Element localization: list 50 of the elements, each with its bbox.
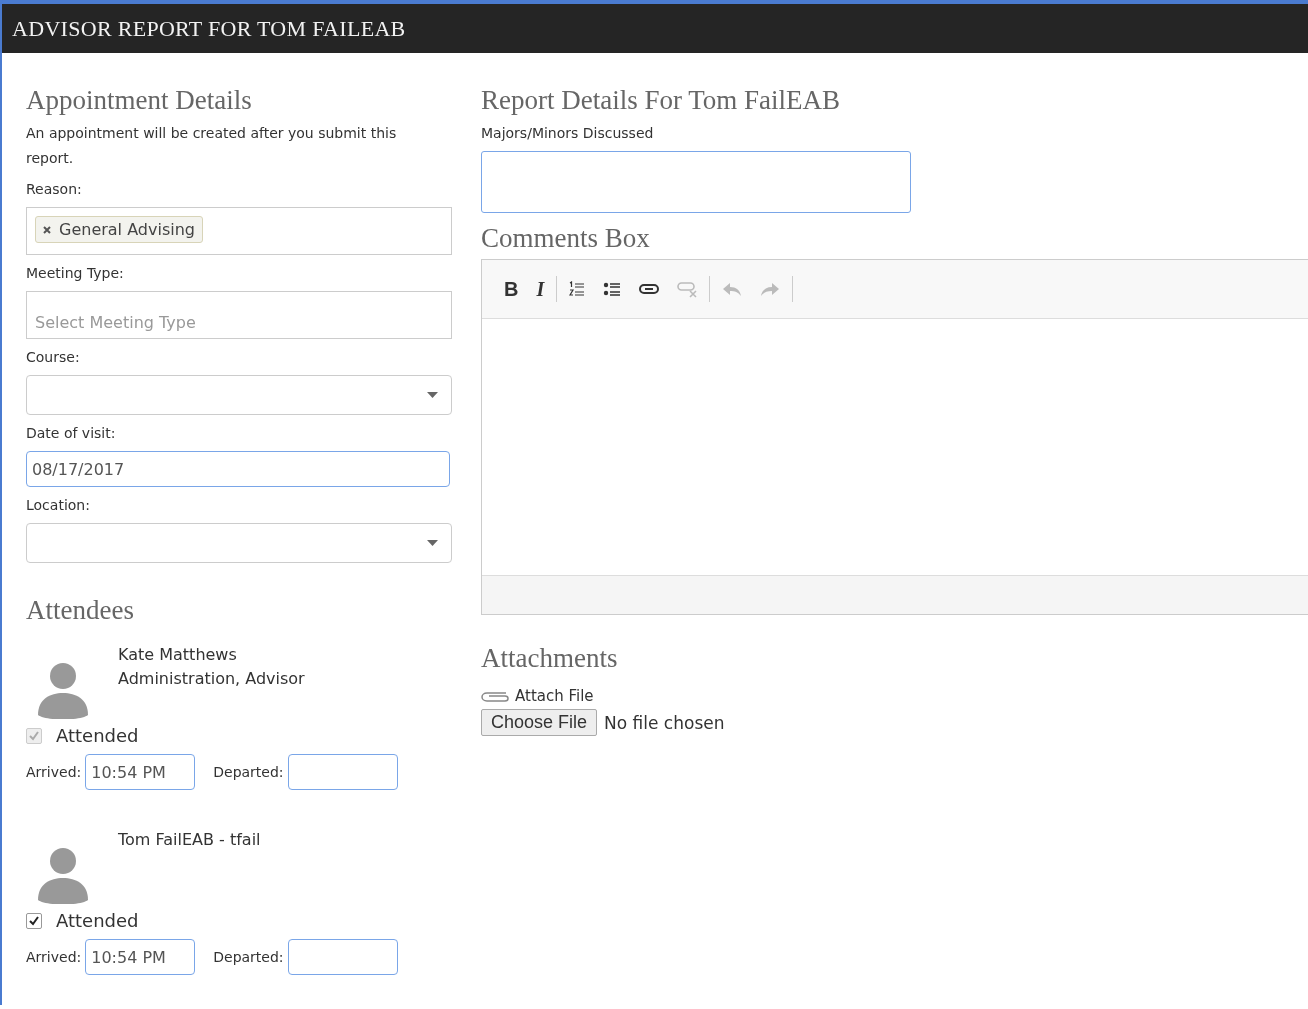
field-label: Meeting Type: bbox=[26, 264, 125, 283]
attended-checkbox[interactable] bbox=[26, 912, 42, 929]
field-label: Reason: bbox=[26, 180, 83, 199]
section-heading: Appointment Details bbox=[26, 85, 253, 115]
date-field[interactable]: 08/17/2017 bbox=[26, 451, 450, 487]
caret-icon bbox=[427, 392, 438, 398]
section-heading: Attachments bbox=[481, 643, 619, 673]
field-label: Departed: bbox=[213, 764, 284, 780]
remove-icon[interactable] bbox=[43, 225, 51, 234]
field-label: Arrived: bbox=[26, 949, 82, 965]
bulleted-list-icon bbox=[603, 281, 622, 297]
course-dropdown[interactable] bbox=[26, 375, 452, 415]
field-label: Course: bbox=[26, 348, 81, 367]
field-label: Departed: bbox=[213, 949, 284, 965]
bold-button[interactable]: B bbox=[498, 274, 525, 304]
unlink-icon bbox=[677, 280, 698, 298]
reason-field[interactable]: General Advising bbox=[26, 207, 452, 255]
section-heading: Comments Box bbox=[481, 223, 651, 253]
check-icon bbox=[28, 915, 40, 926]
arrived-time-field[interactable]: 10:54 PM bbox=[85, 754, 196, 790]
section-heading: Attendees bbox=[26, 595, 135, 625]
redo-icon bbox=[760, 281, 781, 297]
file-status-text: No file chosen bbox=[604, 712, 725, 733]
meeting-type-field[interactable]: Select Meeting Type bbox=[26, 291, 452, 339]
attendee-text: Kate Matthews bbox=[118, 644, 238, 666]
section-heading: Report Details For Tom FailEAB bbox=[481, 85, 842, 115]
attendee-text: Tom FailEAB - tfail bbox=[118, 829, 261, 851]
tag-text: General Advising bbox=[59, 220, 195, 239]
location-dropdown[interactable] bbox=[26, 523, 452, 563]
majors-field[interactable] bbox=[481, 151, 911, 213]
checkbox-label: Attended bbox=[56, 725, 139, 746]
checkbox-label: Attended bbox=[56, 910, 139, 931]
field-label: Location: bbox=[26, 496, 91, 515]
choose-file-button[interactable]: Choose File bbox=[481, 709, 598, 736]
attendee-text: Administration, Advisor bbox=[118, 668, 305, 690]
departed-time-field[interactable] bbox=[287, 939, 398, 975]
departed-time-field[interactable] bbox=[287, 754, 398, 790]
caret-icon bbox=[427, 540, 438, 546]
field-label: Date of visit: bbox=[26, 424, 117, 443]
paperclip-icon bbox=[481, 689, 509, 703]
page-title: ADVISOR REPORT FOR TOM FAILEAB bbox=[12, 15, 406, 42]
undo-icon bbox=[722, 281, 743, 297]
numbered-list-icon bbox=[569, 281, 586, 297]
attach-file-label: Attach File bbox=[515, 687, 594, 705]
info-text: An appointment will be created after you submit this report. bbox=[26, 124, 398, 168]
link-icon bbox=[639, 283, 660, 295]
arrived-time-field[interactable]: 10:54 PM bbox=[85, 939, 196, 975]
italic-button[interactable]: I bbox=[530, 274, 551, 304]
field-label: Arrived: bbox=[26, 764, 82, 780]
field-label: Majors/Minors Discussed bbox=[481, 124, 655, 143]
